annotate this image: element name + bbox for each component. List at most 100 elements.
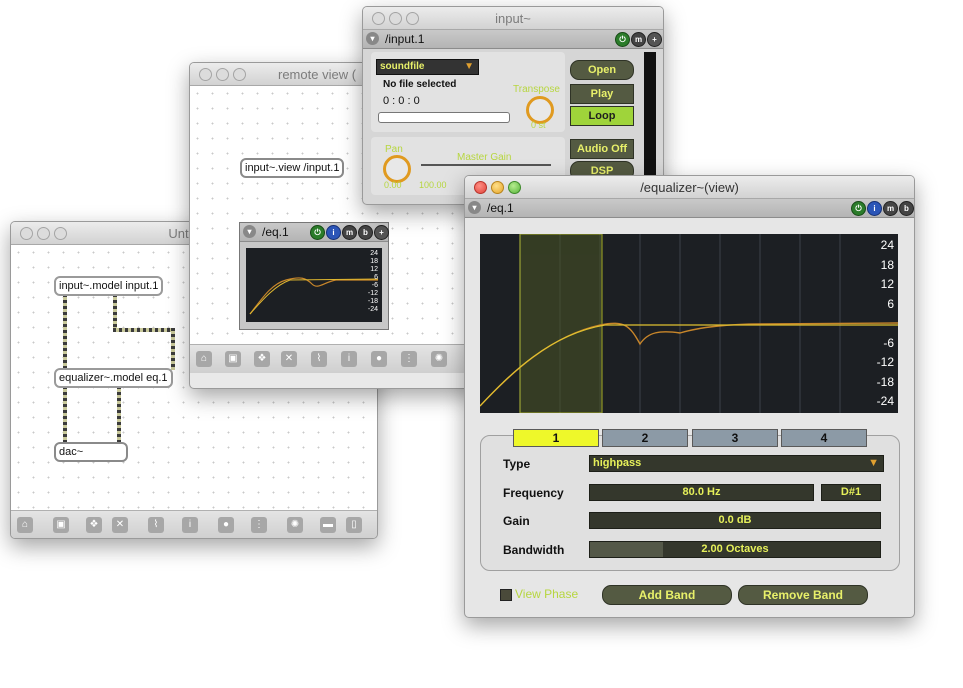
chevron-down-icon: ▼	[464, 61, 474, 72]
delete-icon[interactable]: ✕	[112, 517, 128, 533]
add-band-button[interactable]: Add Band	[602, 585, 732, 605]
type-label: Type	[503, 457, 531, 471]
patch-cord[interactable]	[113, 294, 117, 330]
master-gain-value: 100.00	[419, 180, 447, 190]
tick-label: -12	[876, 355, 894, 369]
open-button[interactable]: Open	[570, 60, 634, 80]
menu-icon[interactable]: ▾	[468, 201, 481, 214]
mute-icon[interactable]: m	[631, 32, 646, 47]
power-icon[interactable]: ⏻	[851, 201, 866, 216]
equalizer-titlebar[interactable]: /equalizer~(view)	[465, 176, 914, 199]
band-1-region	[519, 234, 603, 413]
loop-button[interactable]: Loop	[570, 106, 634, 126]
tab-band-2[interactable]: 2	[602, 429, 688, 447]
equalizer-window: /equalizer~(view) ▾ /eq.1 ⏻ i m b 24 18 …	[464, 175, 915, 618]
tick-label: 24	[370, 250, 378, 257]
lock-icon[interactable]: ⌂	[17, 517, 33, 533]
split-right-icon[interactable]: ▯	[346, 517, 362, 533]
audio-off-button[interactable]: Audio Off	[570, 139, 634, 159]
time-display: 0 : 0 : 0	[383, 95, 420, 107]
menu-icon[interactable]: ▾	[243, 225, 256, 238]
plus-icon[interactable]: +	[374, 225, 389, 240]
frequency-field[interactable]: 80.0 Hz	[589, 484, 814, 501]
input-module-header: ▾ /input.1 ⏻ m +	[363, 30, 663, 49]
patch-cord[interactable]	[113, 328, 173, 332]
type-menu[interactable]: highpass ▼	[589, 455, 884, 472]
play-button[interactable]: Play	[570, 84, 634, 104]
tick-label: 6	[887, 296, 894, 311]
bypass-icon[interactable]: b	[358, 225, 373, 240]
eq-module-preview[interactable]: ▾ /eq.1 ⏻ i m b + 24 18 12 6 -6 -12 -18 …	[239, 222, 389, 330]
grid-icon[interactable]: ⋮	[401, 351, 417, 367]
tick-label: 18	[370, 258, 378, 265]
tick-label: -6	[371, 282, 378, 289]
tick-label: -18	[367, 298, 378, 305]
close-icon[interactable]	[199, 68, 212, 81]
pan-value: 0.00	[384, 180, 402, 190]
mute-icon[interactable]: m	[342, 225, 357, 240]
bypass-icon[interactable]: b	[899, 201, 914, 216]
eq-preview-ticks: 24 18 12 6 -6 -12 -18 -24	[356, 250, 378, 314]
input-view-object[interactable]: input~.view /input.1	[240, 158, 345, 178]
mute-icon[interactable]: m	[883, 201, 898, 216]
patch-cord[interactable]	[63, 294, 67, 372]
info-icon[interactable]: i	[326, 225, 341, 240]
master-gain-label: Master Gain	[457, 152, 512, 163]
grid-icon[interactable]: ⋮	[251, 517, 267, 533]
connect-icon[interactable]: ●	[371, 351, 387, 367]
master-gain-slider[interactable]	[421, 164, 551, 166]
power-icon[interactable]: ⏻	[615, 32, 630, 47]
menu-icon[interactable]: ▾	[366, 32, 379, 45]
type-value: highpass	[593, 457, 642, 469]
equalizer-model-object[interactable]: equalizer~.model eq.1	[54, 368, 173, 388]
objects-icon[interactable]: ❖	[86, 517, 102, 533]
minimize-icon[interactable]	[216, 68, 229, 81]
patch-cord[interactable]	[171, 328, 175, 370]
tick-label: 12	[880, 277, 894, 291]
info-icon[interactable]: i	[867, 201, 882, 216]
power-icon[interactable]: ⏻	[310, 225, 325, 240]
source-menu[interactable]: soundfile ▼	[376, 59, 479, 75]
debug-icon[interactable]: ✺	[431, 351, 447, 367]
tab-band-3[interactable]: 3	[692, 429, 778, 447]
pan-label: Pan	[385, 144, 403, 155]
tick-label: 6	[374, 274, 378, 281]
objects-icon[interactable]: ❖	[254, 351, 270, 367]
split-left-icon[interactable]: ▬	[320, 517, 336, 533]
bandwidth-label: Bandwidth	[503, 543, 565, 557]
input-titlebar[interactable]: input~	[363, 7, 663, 30]
note-field[interactable]: D#1	[821, 484, 881, 501]
input-address: /input.1	[385, 32, 425, 46]
source-menu-value: soundfile	[380, 61, 425, 72]
inspector-icon[interactable]: ⌇	[148, 517, 164, 533]
eq-graph[interactable]	[480, 234, 898, 413]
window-title: input~	[495, 11, 531, 26]
gain-field[interactable]: 0.0 dB	[589, 512, 881, 529]
tick-label: 18	[880, 257, 894, 272]
plus-icon[interactable]: +	[647, 32, 662, 47]
zoom-icon[interactable]	[233, 68, 246, 81]
bandwidth-field[interactable]: 2.00 Octaves	[589, 541, 881, 558]
info-icon[interactable]: i	[341, 351, 357, 367]
connect-icon[interactable]: ●	[218, 517, 234, 533]
delete-icon[interactable]: ✕	[281, 351, 297, 367]
tab-band-1[interactable]: 1	[513, 429, 599, 447]
info-icon[interactable]: i	[182, 517, 198, 533]
lock-icon[interactable]: ⌂	[196, 351, 212, 367]
pan-dial[interactable]	[383, 155, 411, 183]
presentation-icon[interactable]: ▣	[53, 517, 69, 533]
input-model-object[interactable]: input~.model input.1	[54, 276, 164, 296]
presentation-icon[interactable]: ▣	[225, 351, 241, 367]
tick-label: -6	[883, 335, 894, 350]
patch-cord[interactable]	[63, 386, 67, 442]
position-scrubber[interactable]	[378, 112, 510, 123]
patch-cord[interactable]	[117, 386, 121, 442]
tick-label: -18	[876, 374, 894, 389]
inspector-icon[interactable]: ⌇	[311, 351, 327, 367]
remove-band-button[interactable]: Remove Band	[738, 585, 868, 605]
tick-label: -24	[876, 394, 894, 408]
dac-object[interactable]: dac~	[54, 442, 128, 462]
tab-band-4[interactable]: 4	[781, 429, 867, 447]
view-phase-checkbox[interactable]	[500, 589, 512, 601]
debug-icon[interactable]: ✺	[287, 517, 303, 533]
